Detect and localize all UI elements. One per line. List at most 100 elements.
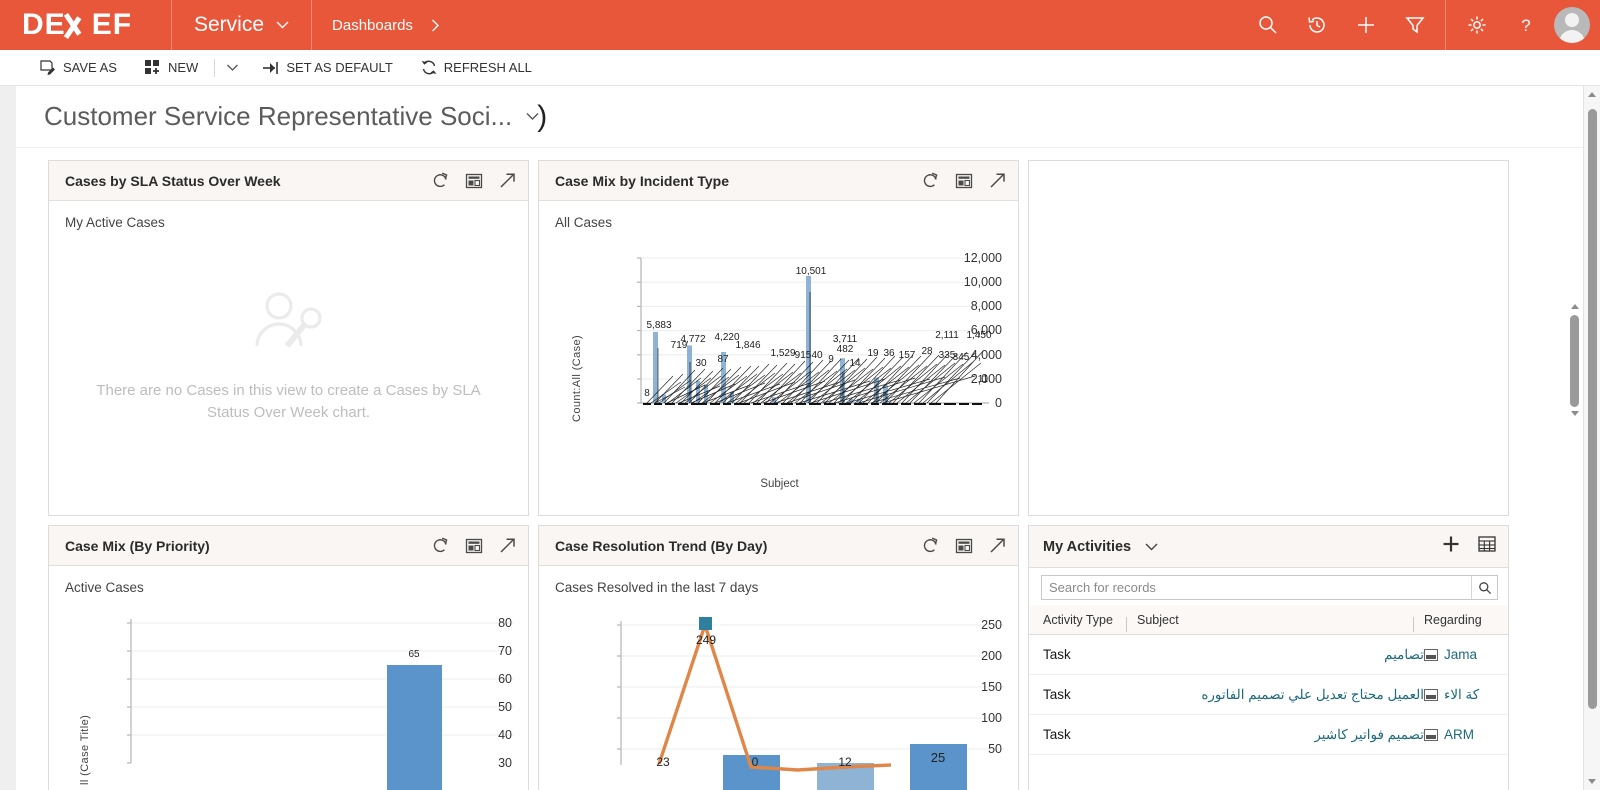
page-area: Customer Service Representative Soci... … [0,86,1600,790]
panel-actions [922,172,1006,189]
table-row[interactable]: Task العميل محتاج تعديل علي تصميم الفاتو… [1029,675,1508,715]
app-logo[interactable]: DE EF [0,0,172,50]
scroll-track[interactable] [1584,103,1600,773]
scroll-track[interactable] [1566,315,1583,405]
advanced-find-filter-icon[interactable] [1390,0,1439,50]
data-label: 36 [883,348,894,359]
y-tick-label: 12,000 [930,251,1002,265]
logo-text: DE EF [22,8,132,42]
panel-case-mix-by-incident-type: Case Mix by Incident Type A [538,160,1019,516]
breadcrumb[interactable]: Dashboards [312,0,460,50]
panel-cases-by-sla-status: Cases by SLA Status Over Week [48,160,529,516]
expand-icon[interactable] [989,537,1006,554]
search-records-box[interactable] [1041,575,1498,600]
scroll-thumb[interactable] [1588,109,1597,709]
quick-create-plus-icon[interactable] [1341,0,1390,50]
add-record-plus-icon[interactable] [1442,535,1460,558]
scroll-up-arrow-icon[interactable] [1566,298,1583,315]
chart-plot-area [65,595,514,790]
avatar[interactable] [1554,7,1590,43]
activities-search-row [1029,568,1508,605]
search-input[interactable] [1049,580,1471,595]
search-icon[interactable] [1471,576,1497,599]
column-header-activity-type[interactable]: Activity Type [1043,613,1137,627]
expand-icon[interactable] [499,537,516,554]
chart-case-mix-priority[interactable]: ll (Case Title) [65,595,512,790]
top-navigation-bar: DE EF Service Dashboards [0,0,1600,50]
help-question-icon[interactable]: ? [1501,0,1550,50]
panel-body [1029,161,1508,515]
data-label: 9 [828,354,834,365]
data-label: 30 [695,358,706,369]
pin-icon [262,61,279,75]
refresh-icon[interactable] [432,537,449,554]
column-header-subject[interactable]: Subject [1137,613,1424,627]
panel-blank [1028,160,1509,516]
new-dropdown-button[interactable] [217,50,248,86]
save-as-label: SAVE AS [63,60,117,75]
dashboard-selector[interactable]: Customer Service Representative Soci... [44,101,539,132]
no-data-person-wrench-icon [249,286,329,362]
refresh-all-button[interactable]: REFRESH ALL [407,50,546,86]
set-as-default-button[interactable]: SET AS DEFAULT [248,50,406,86]
scroll-down-arrow-icon[interactable] [1566,405,1583,422]
recent-history-icon[interactable] [1292,0,1341,50]
data-label: 0 [752,755,759,769]
activities-list-scrollbar[interactable] [1566,298,1583,422]
cell-regarding[interactable]: ARM [1424,727,1508,742]
refresh-all-label: REFRESH ALL [444,60,532,75]
app-name-label: Service [194,13,264,37]
new-button[interactable]: NEW [131,50,212,86]
chart-case-mix-incident[interactable]: Count:All (Case) [555,230,1002,515]
cell-subject[interactable]: العميل محتاج تعديل علي تصميم الفاتوره [1137,687,1424,703]
panel-body: My Active Cases There are no Cases in th… [49,201,528,515]
refresh-icon [421,60,437,75]
data-label: 4,220 [714,332,739,343]
chevron-right-icon [431,19,440,32]
page-scrollbar[interactable] [1583,86,1600,790]
save-as-button[interactable]: SAVE AS [26,50,131,86]
app-switcher[interactable]: Service [172,0,312,50]
panel-subtitle: My Active Cases [65,215,512,230]
open-grid-icon[interactable] [1478,536,1496,557]
refresh-icon[interactable] [432,172,449,189]
chart-type-icon[interactable] [955,538,973,554]
save-as-icon [40,60,56,75]
chart-case-resolution-trend[interactable]: 250 200 150 100 50 23 249 0 12 25 [555,595,1002,790]
cell-subject[interactable]: تصاميم [1137,647,1424,663]
y-tick-label: 60 [456,672,512,686]
refresh-icon[interactable] [922,537,939,554]
data-label: 3,711 [833,334,857,345]
cell-regarding[interactable]: كة الاء [1424,687,1508,703]
table-row[interactable]: Task تصميم فواتير كاشير ARM [1029,715,1508,755]
panel-title: Case Mix by Incident Type [555,173,922,189]
column-header-regarding[interactable]: Regarding [1424,613,1508,627]
data-label: 23 [656,755,669,769]
y-tick-label: 30 [456,756,512,770]
scroll-thumb[interactable] [1570,315,1579,407]
chart-type-icon[interactable] [465,538,483,554]
scroll-down-arrow-icon[interactable] [1584,773,1600,790]
command-bar: SAVE AS NEW SET AS DEFAULT REFRESH ALL [0,50,1600,86]
settings-gear-icon[interactable] [1452,0,1501,50]
panel-body: Cases Resolved in the last 7 days [539,566,1018,790]
chart-type-icon[interactable] [955,173,973,189]
chart-type-icon[interactable] [465,173,483,189]
data-label: 4,772 [680,334,705,345]
refresh-icon[interactable] [922,172,939,189]
cell-regarding[interactable]: Jama [1424,647,1508,662]
activities-actions [1442,535,1496,558]
chart-x-axis-label: Subject [555,478,1004,490]
nav-utility-group: ? [1452,0,1600,50]
expand-icon[interactable] [989,172,1006,189]
cell-subject[interactable]: تصميم فواتير كاشير [1137,727,1424,743]
trend-line [659,625,891,770]
scroll-up-arrow-icon[interactable] [1584,86,1600,103]
activities-view-selector[interactable] [1145,540,1158,554]
table-row[interactable]: Task تصاميم Jama [1029,635,1508,675]
search-icon[interactable] [1243,0,1292,50]
nav-spacer [460,0,1243,50]
command-separator [214,59,215,77]
cell-regarding-label: ARM [1444,727,1474,742]
expand-icon[interactable] [499,172,516,189]
